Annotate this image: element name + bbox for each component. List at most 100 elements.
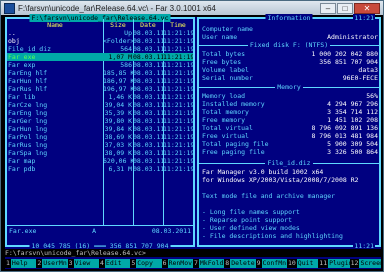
status-date: 08.03.2011 (151, 227, 191, 235)
computer-name-row: Computer name (202, 25, 378, 33)
header-size[interactable]: Size (103, 21, 133, 29)
left-file-panel[interactable]: F:\farsvn\unicode_far\Release.64.vc Name… (5, 14, 195, 250)
file-time: 11:21:19 (163, 69, 193, 77)
column-headers: Name Size Date Time (7, 21, 193, 29)
file-row[interactable]: File_id diz 564 08.03.11 11:21:19 (7, 45, 193, 53)
fkey-label: MkFold (198, 259, 225, 268)
file-row[interactable]: FarHun hlf 186,97 K 08.03.11 11:21:19 (7, 77, 193, 85)
file-date: 08.03.11 (133, 69, 163, 77)
maximize-button[interactable]: □ (337, 2, 353, 14)
file-row[interactable]: FarGer lng 39,80 K 08.03.11 11:21:19 (7, 117, 193, 125)
file-size: 185,85 K (103, 69, 133, 77)
fkey-9-button[interactable]: 9 ConfMn (255, 259, 287, 268)
memory-row: Memory load 56% (202, 92, 378, 100)
total-bytes-label: Total bytes (202, 50, 246, 58)
serial-number-label: Serial number (202, 74, 253, 82)
memory-label: Free memory (202, 116, 246, 124)
far-manager-window: F:\farsvn\unicode_far\Release.64.vc\ - F… (0, 0, 384, 272)
file-row[interactable]: FarHun lng 39,84 K 08.03.11 11:21:19 (7, 125, 193, 133)
file-size: 6,31 M (108, 165, 132, 173)
file-name: FarHun lng (8, 125, 48, 133)
total-bytes-row: Total bytes 1 000 202 042 880 (202, 50, 378, 58)
file-row[interactable]: FarEng lng 35,39 K 08.03.11 11:21:19 (7, 109, 193, 117)
description-line: Far Manager v3.0 build 1002 x64 (202, 168, 324, 176)
file-size: 196,97 K (103, 85, 133, 93)
fkey-label: UserMn (42, 259, 68, 268)
fkey-11-button[interactable]: 11Plugin (318, 259, 350, 268)
file-date: 08.03.11 (133, 117, 163, 125)
free-bytes-row: Free bytes 356 851 707 904 (202, 58, 378, 66)
file-name: Far map (8, 157, 36, 165)
fkey-label: Quit (296, 259, 319, 268)
file-row[interactable]: Far lib 1,46 K 08.03.11 11:21:19 (7, 93, 193, 101)
memory-section-header: Memory (275, 83, 303, 91)
status-file-name: Far.exe (9, 227, 37, 235)
close-button[interactable]: ✕ (354, 2, 380, 14)
fkey-7-button[interactable]: 7 MkFold (192, 259, 225, 268)
file-row[interactable]: FarRus lng 37,03 K 08.03.11 11:21:19 (7, 141, 193, 149)
fkey-2-button[interactable]: 2 UserMn (36, 259, 68, 268)
file-row[interactable]: FarEng hlf 185,85 K 08.03.11 11:21:19 (7, 69, 193, 77)
file-name: Far pdb (8, 165, 36, 173)
file-name: Far exp (8, 61, 36, 69)
file-name: FarGer lng (8, 117, 48, 125)
header-time[interactable]: Time (163, 21, 193, 29)
file-date: 08.03.11 (133, 125, 163, 133)
fkey-10-button[interactable]: 10 Quit (286, 259, 319, 268)
file-status-line: Far.exe A 08.03.2011 (9, 227, 191, 235)
file-name: FarEng hlf (8, 69, 48, 77)
file-row[interactable]: FarPol lng 38,69 K 08.03.11 11:21:19 (7, 133, 193, 141)
file-date: 08.03.11 (133, 157, 163, 165)
title-bar[interactable]: F:\farsvn\unicode_far\Release.64.vc\ - F… (1, 1, 383, 15)
computer-name-label: Computer name (202, 25, 253, 33)
memory-row: Total paging file 5 900 309 504 (202, 140, 378, 148)
fkey-5-button[interactable]: 5 Copy (130, 259, 162, 268)
fkey-8-button[interactable]: 8 Delete (224, 259, 256, 268)
file-size: 38,69 K (104, 133, 132, 141)
fkey-label: Help (10, 259, 37, 268)
minimize-button[interactable]: – (320, 2, 336, 14)
fkey-label: Copy (136, 259, 162, 268)
fkey-4-button[interactable]: 4 Edit (98, 259, 131, 268)
description-section-header: File_id.diz (265, 159, 313, 167)
file-row[interactable]: Far pdb 6,31 M 08.03.11 11:21:19 (7, 165, 193, 173)
file-size: 586 (120, 61, 132, 69)
status-separator (7, 225, 193, 226)
fkey-1-button[interactable]: 1 Help (5, 259, 37, 268)
file-time: 11:21:19 (163, 85, 193, 93)
file-row[interactable]: Far map 620,06 K 08.03.11 11:21:19 (7, 157, 193, 165)
user-name-value: Administrator (327, 33, 378, 41)
memory-value: 8 796 092 891 136 (311, 124, 378, 132)
file-time: 11:21:19 (163, 117, 193, 125)
fkey-3-button[interactable]: 3 View (67, 259, 99, 268)
file-row[interactable]: FarCze lng 39,04 K 08.03.11 11:21:19 (7, 101, 193, 109)
file-row[interactable]: Far exp 586 08.03.11 11:21:19 (7, 61, 193, 69)
file-size: 620,06 K (103, 157, 133, 165)
fkey-6-button[interactable]: 6 RenMov (161, 259, 193, 268)
right-info-panel[interactable]: Information 11:21 Computer name User nam… (197, 14, 381, 250)
file-row[interactable]: obj <Folder> 08.03.11 11:21:19 (7, 37, 193, 45)
file-size: Up (124, 29, 132, 37)
memory-label: Free virtual (202, 132, 249, 140)
memory-row: Total virtual 8 796 092 891 136 (202, 124, 378, 132)
file-row[interactable]: FarSpa lng 38,09 K 08.03.11 11:21:19 (7, 149, 193, 157)
file-time: 11:21:19 (163, 37, 193, 45)
fkey-12-button[interactable]: 12Screen (349, 259, 381, 268)
file-date: 08.03.11 (133, 141, 163, 149)
file-size: 38,09 K (104, 149, 132, 157)
file-name: Far exe (8, 53, 36, 61)
header-name[interactable]: Name (7, 21, 103, 29)
file-row[interactable]: Far exe 1,07 M 08.03.11 11:21:19 (7, 53, 193, 61)
function-key-bar: 1 Help 2 UserMn 3 View 4 Edit 5 Copy 6 RenMov 7 MkFol… (5, 259, 381, 268)
user-name-label: User name (202, 33, 238, 41)
command-line[interactable]: F:\farsvn\unicode_far\Release.64.vc> (5, 249, 381, 257)
memory-row: Total memory 3 354 714 112 (202, 108, 378, 116)
header-date[interactable]: Date (133, 21, 163, 29)
file-row[interactable]: FarRus hlf 196,97 K 08.03.11 11:21:19 (7, 85, 193, 93)
memory-row: Installed memory 4 294 967 296 (202, 100, 378, 108)
file-time: 11:21:19 (163, 109, 193, 117)
file-size: <Folder> (103, 37, 133, 45)
file-row[interactable]: .. Up 08.03.11 11:21:19 (7, 29, 193, 37)
console-screen: F:\farsvn\unicode_far\Release.64.vc Name… (5, 14, 381, 269)
file-size: 39,80 K (104, 117, 132, 125)
